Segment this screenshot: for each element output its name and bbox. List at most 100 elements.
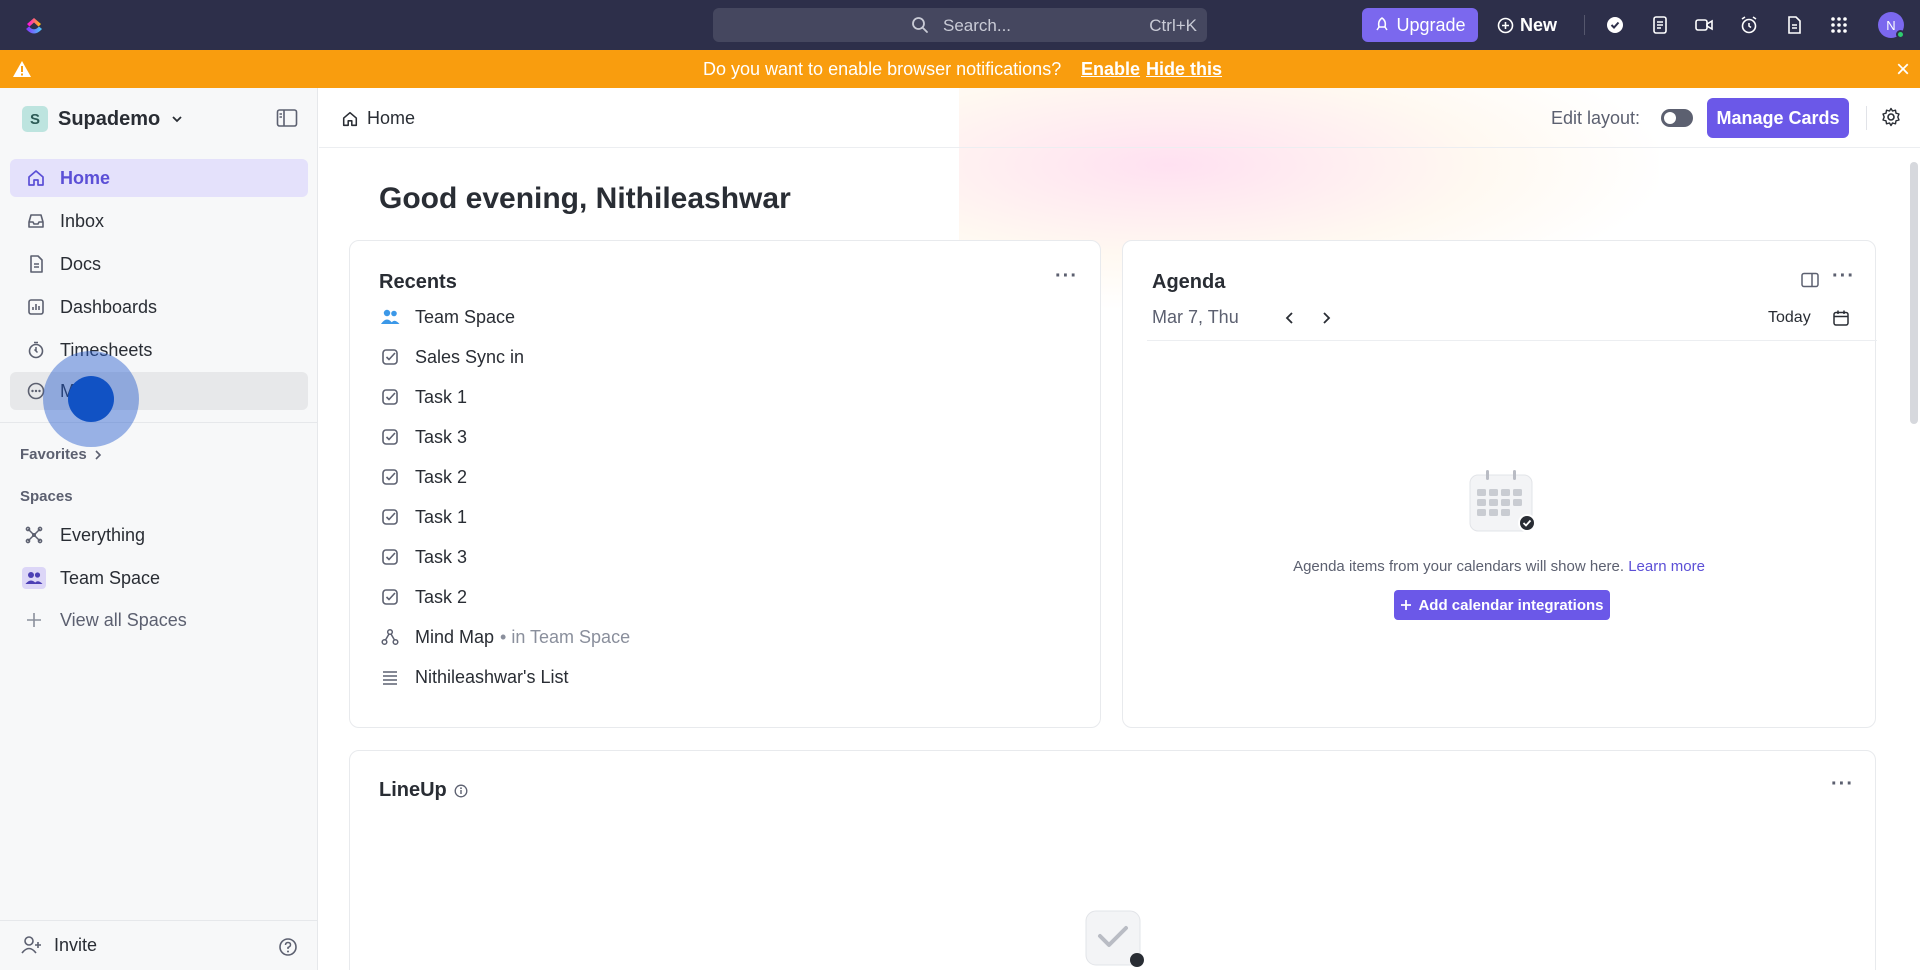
favorites-label: Favorites: [20, 446, 87, 463]
lineup-more-icon[interactable]: ···: [1831, 773, 1854, 796]
gear-icon[interactable]: [1881, 107, 1901, 127]
lineup-card: LineUp ···: [349, 750, 1876, 970]
space-item-everything[interactable]: Everything: [10, 516, 308, 554]
apps-grid-icon[interactable]: [1828, 14, 1850, 36]
recent-item[interactable]: Task 2: [379, 582, 467, 612]
agenda-date: Mar 7, Thu: [1152, 307, 1239, 327]
recent-item[interactable]: Task 3: [379, 422, 467, 452]
breadcrumb[interactable]: Home: [341, 108, 415, 129]
sidebar-item-home[interactable]: Home: [10, 159, 308, 197]
notification-banner: Do you want to enable browser notificati…: [0, 50, 1920, 88]
upgrade-label: Upgrade: [1396, 14, 1466, 35]
greeting-heading: Good evening, Nithileashwar: [379, 182, 791, 215]
sidebar-bottom-divider: [0, 920, 318, 921]
learn-more-link[interactable]: Learn more: [1628, 558, 1705, 575]
recent-item[interactable]: Mind Map • in Team Space: [379, 622, 630, 652]
check-circle-icon[interactable]: [1604, 14, 1626, 36]
calendar-icon[interactable]: [1832, 309, 1850, 327]
space-label: Team Space: [60, 567, 161, 588]
new-label: New: [1520, 14, 1558, 35]
today-button[interactable]: Today: [1768, 309, 1811, 327]
invite-button[interactable]: Invite: [20, 934, 97, 956]
sidebar-item-label: Docs: [60, 253, 102, 274]
task-check-icon: [382, 589, 398, 605]
timesheets-icon: [28, 341, 44, 359]
enable-notifications-link[interactable]: Enable: [1081, 59, 1140, 80]
manage-cards-button[interactable]: Manage Cards: [1707, 98, 1849, 138]
recent-item-label: Task 3: [415, 546, 468, 567]
space-item-team-space[interactable]: Team Space: [10, 559, 308, 597]
alarm-clock-icon[interactable]: [1738, 14, 1760, 36]
plus-circle-icon: [1497, 17, 1514, 33]
lineup-empty-check-illustration-icon: [1085, 910, 1144, 967]
recent-item-label: Mind Map: [415, 626, 495, 647]
workspace-switcher[interactable]: S Supademo: [22, 106, 184, 132]
upgrade-button[interactable]: Upgrade: [1362, 8, 1478, 42]
add-calendar-integrations-button[interactable]: Add calendar integrations: [1394, 590, 1610, 620]
recent-item[interactable]: Task 3: [379, 542, 467, 572]
mind-map-icon: [381, 628, 399, 646]
close-banner-icon[interactable]: ×: [1896, 56, 1910, 84]
search-bar[interactable]: Search... Ctrl+K: [713, 8, 1207, 42]
hide-banner-link[interactable]: Hide this: [1146, 59, 1222, 80]
chevron-down-icon: [172, 116, 182, 123]
spaces-label: Spaces: [20, 488, 73, 505]
recent-item-label: Task 1: [415, 506, 468, 527]
recent-item-label: Team Space: [415, 306, 516, 327]
edit-layout-label: Edit layout:: [1551, 108, 1641, 128]
sidebar-item-timesheets[interactable]: Timesheets: [10, 331, 308, 369]
task-check-icon: [382, 349, 398, 365]
help-icon[interactable]: [278, 937, 298, 957]
online-status-dot: [1896, 30, 1905, 39]
sidebar-item-docs[interactable]: Docs: [10, 245, 308, 283]
sidebar-item-dashboards[interactable]: Dashboards: [10, 288, 308, 326]
sidebar: S Supademo Home Inbox Docs Dashboards Ti…: [0, 88, 318, 970]
edit-layout-toggle[interactable]: [1661, 109, 1693, 127]
recent-item[interactable]: Task 1: [379, 502, 467, 532]
agenda-divider: [1147, 340, 1877, 341]
recent-item[interactable]: Task 1: [379, 382, 467, 412]
chevron-left-icon[interactable]: [1283, 311, 1297, 325]
collapse-sidebar-icon[interactable]: [276, 108, 298, 128]
sidebar-item-label: Inbox: [60, 210, 105, 231]
main-scrollbar[interactable]: [1910, 162, 1918, 424]
view-all-spaces[interactable]: View all Spaces: [10, 601, 308, 639]
home-icon: [342, 111, 358, 126]
recent-item-label: Task 2: [415, 586, 468, 607]
dashboards-icon: [28, 299, 44, 315]
workspace-avatar: S: [22, 106, 48, 132]
recent-item-label: Sales Sync in: [415, 346, 525, 367]
agenda-more-icon[interactable]: ···: [1832, 265, 1855, 288]
team-icon: [381, 309, 400, 324]
search-placeholder: Search...: [943, 16, 1012, 35]
favorites-section[interactable]: Favorites: [20, 446, 103, 463]
agenda-card: Agenda ··· Mar 7, Thu Today Agenda items…: [1122, 240, 1877, 728]
info-icon[interactable]: [454, 784, 468, 798]
task-check-icon: [382, 429, 398, 445]
plus-icon: [1401, 600, 1412, 610]
task-check-icon: [382, 549, 398, 565]
recent-item[interactable]: Sales Sync in: [379, 342, 524, 372]
clickup-logo-icon[interactable]: [22, 13, 46, 37]
chevron-right-icon[interactable]: [1319, 311, 1333, 325]
recents-more-icon[interactable]: ···: [1055, 265, 1078, 288]
lineup-title: LineUp: [379, 779, 447, 801]
video-icon[interactable]: [1693, 14, 1715, 36]
main-header: Home Edit layout: Manage Cards: [319, 88, 1920, 148]
recent-item[interactable]: Team Space: [379, 302, 515, 332]
recent-item[interactable]: Task 2: [379, 462, 467, 492]
sidebar-item-inbox[interactable]: Inbox: [10, 202, 308, 240]
split-view-icon[interactable]: [1801, 272, 1819, 288]
recents-title: Recents: [379, 271, 457, 293]
list-icon: [383, 671, 397, 685]
task-check-icon: [382, 469, 398, 485]
notepad-icon[interactable]: [1649, 14, 1671, 36]
recent-item-label: Nithileashwar's List: [415, 666, 569, 687]
header-divider: [1866, 106, 1867, 130]
home-icon: [28, 170, 44, 186]
recent-item-label: Task 1: [415, 386, 468, 407]
recent-item[interactable]: Nithileashwar's List: [379, 662, 569, 692]
document-icon[interactable]: [1783, 14, 1805, 36]
new-button[interactable]: New: [1497, 8, 1557, 42]
sidebar-divider: [0, 422, 318, 423]
